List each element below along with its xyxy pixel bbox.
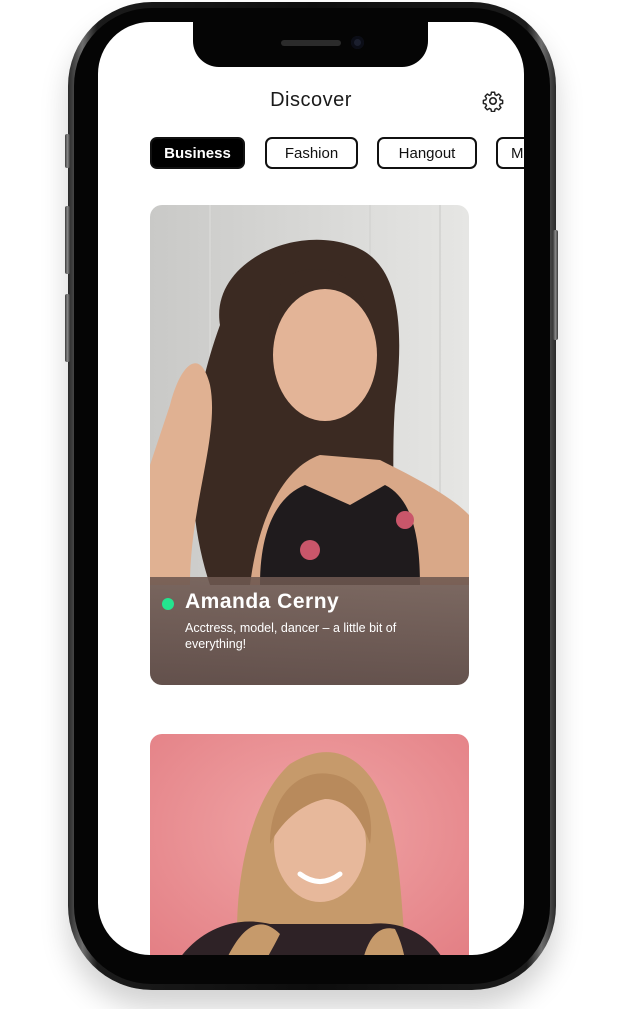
tab-hangout[interactable]: Hangout	[377, 137, 477, 169]
profile-name: Amanda Cerny	[185, 590, 340, 613]
profile-photo	[150, 734, 469, 955]
page-title: Discover	[270, 89, 352, 111]
camera-icon	[351, 36, 364, 49]
profile-card[interactable]	[150, 734, 469, 955]
gear-icon[interactable]	[482, 90, 504, 113]
profile-info: Amanda Cerny Acctress, model, dancer – a…	[150, 577, 469, 685]
tab-business[interactable]: Business	[150, 137, 245, 169]
volume-down-button	[65, 294, 70, 362]
mute-switch	[65, 134, 70, 168]
volume-up-button	[65, 206, 70, 274]
profile-card[interactable]: Amanda Cerny Acctress, model, dancer – a…	[150, 205, 469, 685]
speaker-grille	[281, 40, 341, 46]
tab-fashion[interactable]: Fashion	[265, 137, 358, 169]
notch	[193, 22, 428, 67]
profile-bio: Acctress, model, dancer – a little bit o…	[185, 621, 397, 651]
screen: Discover Business Fashion Hangout M Aman…	[98, 22, 524, 955]
online-status-dot	[162, 598, 174, 610]
power-button	[553, 230, 558, 340]
tab-more[interactable]: M	[496, 137, 524, 169]
category-tabs: Business Fashion Hangout M	[150, 137, 524, 173]
